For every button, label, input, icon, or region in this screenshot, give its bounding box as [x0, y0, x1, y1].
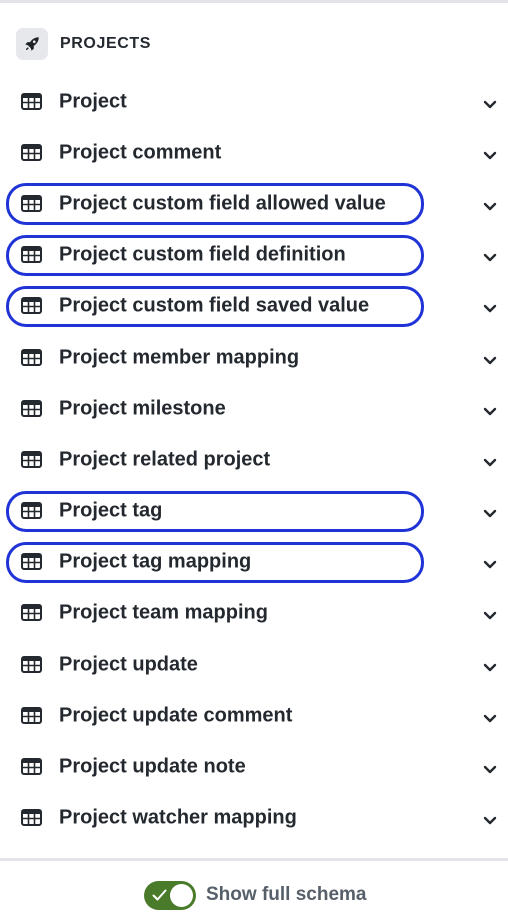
table-icon	[21, 348, 42, 366]
table-icon	[21, 604, 42, 622]
rocket-icon	[16, 27, 48, 60]
list-item[interactable]: Project comment	[0, 127, 508, 178]
table-icon	[21, 502, 42, 520]
list-item-label: Project	[59, 90, 127, 113]
show-full-schema-toggle[interactable]	[144, 880, 196, 910]
list-item-label: Project watcher mapping	[59, 806, 297, 829]
chevron-down-icon[interactable]	[483, 404, 497, 415]
list-item-label: Project milestone	[59, 397, 226, 420]
table-icon	[21, 246, 42, 264]
table-icon	[21, 297, 42, 315]
table-icon	[21, 809, 42, 827]
top-divider	[0, 0, 508, 3]
chevron-down-icon[interactable]	[483, 660, 497, 671]
table-icon	[21, 758, 42, 776]
list-item-label: Project update comment	[59, 704, 293, 727]
list-item[interactable]: Project related project	[0, 434, 508, 485]
chevron-down-icon[interactable]	[483, 199, 497, 211]
list-item-label: Project custom field allowed value	[59, 192, 386, 215]
list-item[interactable]: Project custom field allowed value	[0, 178, 508, 229]
list-item-label: Project update note	[59, 755, 246, 778]
bottom-divider	[0, 858, 508, 861]
toggle-knob	[170, 883, 193, 907]
table-list: Project Project comment Project custom fie…	[0, 76, 508, 844]
schema-toggle-control: Show full schema	[144, 880, 366, 910]
chevron-down-icon[interactable]	[483, 250, 497, 262]
chevron-down-icon[interactable]	[483, 97, 497, 108]
chevron-down-icon[interactable]	[483, 506, 497, 518]
list-item[interactable]: Project team mapping	[0, 588, 508, 639]
section-title: PROJECTS	[60, 34, 152, 52]
chevron-down-icon[interactable]	[483, 762, 497, 774]
list-item[interactable]: Project update	[0, 639, 508, 690]
table-icon	[21, 706, 42, 724]
list-item-label: Project comment	[59, 141, 222, 164]
list-item-label: Project update	[59, 653, 198, 676]
list-item-label: Project tag	[59, 499, 163, 522]
chevron-down-icon[interactable]	[483, 455, 497, 467]
table-icon	[21, 399, 42, 417]
list-item-label: Project team mapping	[59, 601, 268, 624]
list-item-label: Project related project	[59, 448, 271, 471]
list-item[interactable]: Project	[0, 76, 508, 127]
list-item[interactable]: Project update note	[0, 741, 508, 792]
table-icon	[21, 92, 42, 110]
list-item[interactable]: Project member mapping	[0, 332, 508, 383]
list-item[interactable]: Project custom field saved value	[0, 281, 508, 332]
list-item[interactable]: Project tag mapping	[0, 537, 508, 588]
chevron-down-icon[interactable]	[483, 608, 497, 620]
list-item-label: Project custom field saved value	[59, 294, 370, 317]
table-icon	[21, 143, 42, 161]
chevron-down-icon[interactable]	[483, 557, 497, 569]
list-item-label: Project member mapping	[59, 346, 300, 369]
section-header: PROJECTS	[16, 27, 151, 60]
list-item[interactable]: Project update comment	[0, 690, 508, 741]
table-icon	[21, 553, 42, 571]
table-icon	[21, 655, 42, 673]
table-icon	[21, 194, 42, 212]
list-item-label: Project tag mapping	[59, 550, 252, 573]
table-icon	[21, 450, 42, 468]
chevron-down-icon[interactable]	[483, 813, 497, 825]
list-item[interactable]: Project milestone	[0, 383, 508, 434]
chevron-down-icon[interactable]	[483, 353, 497, 364]
chevron-down-icon[interactable]	[483, 148, 497, 159]
chevron-down-icon[interactable]	[483, 711, 497, 723]
list-item[interactable]: Project watcher mapping	[0, 793, 508, 844]
list-item[interactable]: Project tag	[0, 486, 508, 537]
list-item-label: Project custom field definition	[59, 243, 346, 266]
check-icon	[152, 889, 167, 900]
show-full-schema-label[interactable]: Show full schema	[206, 884, 366, 906]
list-item[interactable]: Project custom field definition	[0, 230, 508, 281]
chevron-down-icon[interactable]	[483, 301, 497, 313]
